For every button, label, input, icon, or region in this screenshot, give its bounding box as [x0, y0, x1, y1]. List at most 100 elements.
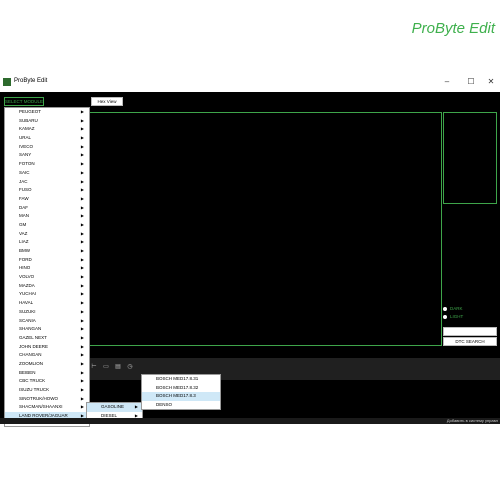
menu-item-ecu[interactable]: BOSCH MED17.8.32 [142, 384, 220, 393]
menu-item-brand[interactable]: SANY ▶ [5, 151, 89, 160]
menu-item-ecu[interactable]: BOSCH MED17.8.31 [142, 375, 220, 384]
menu-item-label: FORD [19, 256, 32, 262]
menu-item-brand[interactable]: LIAZ ▶ [5, 238, 89, 247]
search-input[interactable] [443, 327, 497, 336]
pin-icon[interactable]: ⊢ [90, 363, 98, 371]
menu-item-label: JAC [19, 178, 28, 184]
menu-item-brand[interactable]: ISUZU TRUCK ▶ [5, 386, 89, 395]
editor-panel[interactable] [86, 112, 442, 346]
chevron-right-icon: ▶ [80, 326, 84, 332]
radio-icon [443, 307, 447, 311]
dtc-search-button[interactable]: DTC SEARCH [443, 337, 497, 346]
menu-item-label: SHANGAN [19, 326, 42, 332]
menu-item-brand[interactable]: URAL ▶ [5, 134, 89, 143]
menu-item-brand[interactable]: FORD ▶ [5, 256, 89, 265]
menu-item-label: HAVAL [19, 300, 34, 306]
app-logo-icon [3, 78, 11, 86]
menu-item-label: PEUGEOT [19, 109, 42, 114]
preview-panel [443, 112, 497, 204]
menu-item-brand[interactable]: SAIC ▶ [5, 169, 89, 178]
menu-item-brand[interactable]: JAC ▶ [5, 178, 89, 187]
menu-item-label: FAW [19, 195, 29, 201]
chevron-right-icon: ▶ [80, 308, 84, 314]
menu-item-brand[interactable]: CBC TRUCK ▶ [5, 377, 89, 386]
hex-view-button[interactable]: Hex View [91, 97, 123, 106]
theme-light-label: LIGHT [450, 314, 464, 319]
menu-item-brand[interactable]: PEUGEOT ▶ [5, 108, 89, 117]
menu-item-label: JOHN DEERE [19, 343, 49, 349]
menu-item-brand[interactable]: GAZEL NEXT ▶ [5, 334, 89, 343]
chevron-right-icon: ▶ [80, 256, 84, 262]
menu-item-brand[interactable]: JOHN DEERE ▶ [5, 343, 89, 352]
chevron-right-icon: ▶ [80, 274, 84, 280]
menu-item-brand[interactable]: MAZDA ▶ [5, 282, 89, 291]
menu-item-brand[interactable]: SUBARU ▶ [5, 117, 89, 126]
save-icon[interactable]: ▤ [114, 363, 122, 371]
menu-item-ecu[interactable]: DENSO [142, 401, 220, 410]
menu-item-label: LIAZ [19, 239, 29, 245]
history-icon[interactable]: ◷ [126, 363, 134, 371]
brand-title: ProByte Edit [411, 20, 495, 37]
menu-item-label: SUZUKI [19, 308, 36, 314]
menu-item-brand[interactable]: SCANIA ▶ [5, 317, 89, 326]
title-bar: ProByte Edit – ☐ ✕ [0, 72, 500, 92]
taskbar: Добавить в систему управл [0, 418, 500, 424]
menu-item-brand[interactable]: DAF ▶ [5, 204, 89, 213]
chevron-right-icon: ▶ [134, 404, 138, 409]
menu-item-brand[interactable]: VOLVO ▶ [5, 273, 89, 282]
menu-item-brand[interactable]: SINOTRUK/HOWO ▶ [5, 395, 89, 404]
menu-item-brand[interactable]: ZOOMLION ▶ [5, 360, 89, 369]
chevron-right-icon: ▶ [80, 334, 84, 340]
menu-item-label: BMW [19, 248, 30, 253]
menu-item-label: FUSO [19, 187, 32, 193]
chevron-right-icon: ▶ [80, 178, 84, 184]
menu-item-label: CBC TRUCK [19, 378, 46, 384]
menu-item-label: MAZDA [19, 282, 35, 288]
menu-item-brand[interactable]: MAN ▶ [5, 212, 89, 221]
menu-item-ecu[interactable]: BOSCH MED17.8.3 [142, 392, 220, 401]
select-module-button[interactable]: SELECT MODULE [4, 97, 44, 106]
chevron-right-icon: ▶ [80, 169, 84, 175]
chevron-right-icon: ▶ [80, 369, 84, 375]
theme-light-radio[interactable]: LIGHT [443, 314, 463, 319]
menu-item-brand[interactable]: CHANGAN ▶ [5, 351, 89, 360]
menu-item-brand[interactable]: BMW ▶ [5, 247, 89, 256]
menu-item-label: YUCHAI [19, 291, 37, 297]
chevron-right-icon: ▶ [80, 135, 84, 141]
menu-item-label: DENSO [156, 401, 173, 407]
theme-dark-label: DARK [450, 306, 463, 311]
menu-item-brand[interactable]: HINO ▶ [5, 264, 89, 273]
menu-item-brand[interactable]: SUZUKI ▶ [5, 308, 89, 317]
close-icon[interactable]: ✕ [484, 75, 498, 89]
menu-item-brand[interactable]: IVECO ▶ [5, 143, 89, 152]
menu-item-label: SUBARU [19, 117, 38, 123]
chevron-right-icon: ▶ [80, 143, 84, 149]
chevron-right-icon: ▶ [80, 161, 84, 167]
chevron-right-icon: ▶ [80, 230, 84, 236]
menu-item-label: GM [19, 221, 27, 227]
minimize-icon[interactable]: – [440, 75, 454, 89]
menu-item-brand[interactable]: SHACMAN/SHAANXI ▶ [5, 403, 89, 412]
menu-item-brand[interactable]: SHANGAN ▶ [5, 325, 89, 334]
menu-item-label: GAZEL NEXT [19, 334, 47, 340]
menu-item-brand[interactable]: VAZ ▶ [5, 230, 89, 239]
window-title: ProByte Edit [14, 78, 48, 84]
menu-item-gasoline[interactable]: GASOLINE ▶ [87, 403, 142, 412]
menu-item-label: CHANGAN [19, 352, 42, 358]
menu-item-brand[interactable]: HAVAL ▶ [5, 299, 89, 308]
menu-item-brand[interactable]: FOTON ▶ [5, 160, 89, 169]
menu-item-brand[interactable]: FAW ▶ [5, 195, 89, 204]
menu-item-brand[interactable]: KAMAZ ▶ [5, 125, 89, 134]
menu-item-brand[interactable]: FUSO ▶ [5, 186, 89, 195]
menu-item-label: BOSCH MED17.8.32 [156, 384, 199, 390]
maximize-icon[interactable]: ☐ [464, 75, 478, 89]
copy-icon[interactable]: ▭ [102, 363, 110, 371]
ecu-submenu: BOSCH MED17.8.31 BOSCH MED17.8.32 BOSCH … [141, 374, 221, 410]
menu-item-brand[interactable]: YUCHAI ▶ [5, 290, 89, 299]
theme-dark-radio[interactable]: DARK [443, 306, 463, 311]
menu-item-label: ISUZU TRUCK [19, 387, 50, 392]
menu-item-brand[interactable]: BEIBEN ▶ [5, 369, 89, 378]
menu-item-label: KAMAZ [19, 126, 35, 132]
chevron-right-icon: ▶ [80, 187, 84, 193]
menu-item-brand[interactable]: GM ▶ [5, 221, 89, 230]
